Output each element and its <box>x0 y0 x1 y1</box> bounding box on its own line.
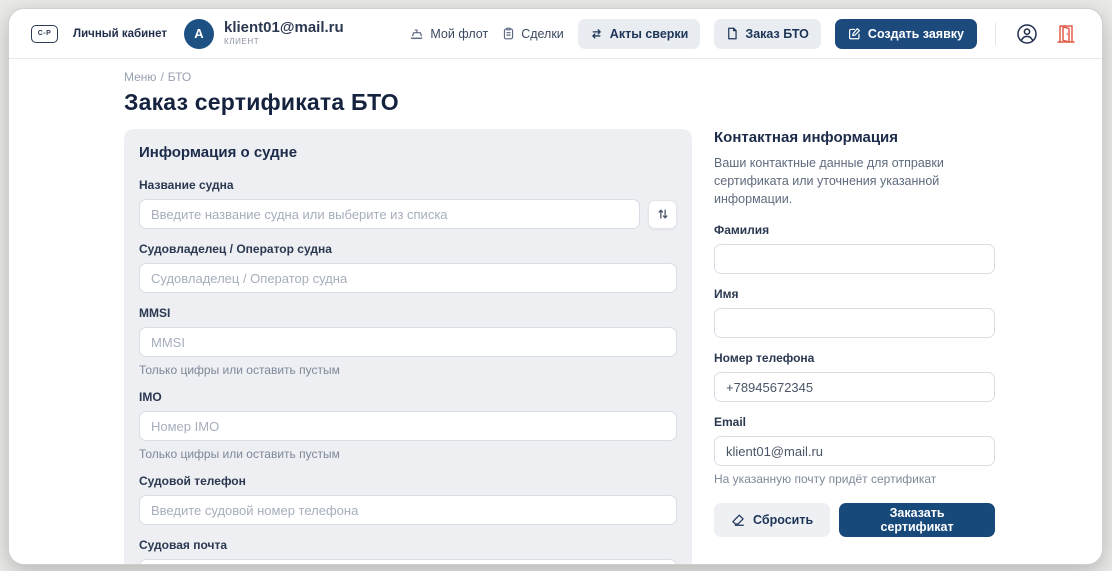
top-navigation: Мой флот Сделки Акты сверки <box>410 19 1078 49</box>
field-contact-phone: Номер телефона <box>714 351 995 402</box>
contact-email-label: Email <box>714 415 995 429</box>
brand-title: Личный кабинет <box>73 28 167 40</box>
nav-label: Мой флот <box>430 27 488 41</box>
avatar-initial: A <box>194 26 203 41</box>
top-bar: С-Р Личный кабинет A klient01@mail.ru кл… <box>9 9 1102 59</box>
logout-door-icon[interactable] <box>1054 21 1078 47</box>
create-request-button[interactable]: Создать заявку <box>835 19 977 49</box>
topbar-divider <box>995 23 996 45</box>
last-name-label: Фамилия <box>714 223 995 237</box>
contact-description: Ваши контактные данные для отправки серт… <box>714 154 995 208</box>
clipboard-icon <box>502 27 515 40</box>
breadcrumb-current: БТО <box>168 70 191 84</box>
owner-label: Судовладелец / Оператор судна <box>139 242 677 256</box>
page-content: Меню / БТО Заказ сертификата БТО Информа… <box>9 59 1102 565</box>
create-request-label: Создать заявку <box>868 27 964 41</box>
mmsi-input[interactable] <box>139 327 677 357</box>
account-icon[interactable] <box>1014 21 1040 47</box>
imo-label: IMO <box>139 390 677 404</box>
nav-label: Сделки <box>521 27 564 41</box>
contact-phone-input[interactable] <box>714 372 995 402</box>
company-logo[interactable]: С-Р <box>31 25 58 43</box>
contact-buttons-row: Сбросить Заказать сертификат <box>714 503 995 537</box>
ship-mail-label: Судовая почта <box>139 538 677 552</box>
logo-text: С-Р <box>38 30 52 37</box>
edit-icon <box>848 27 861 40</box>
field-ship-phone: Судовой телефон <box>139 474 677 525</box>
breadcrumb-menu[interactable]: Меню <box>124 70 156 84</box>
breadcrumb: Меню / БТО <box>124 70 1102 84</box>
ship-phone-label: Судовой телефон <box>139 474 677 488</box>
avatar[interactable]: A <box>184 19 214 49</box>
select-from-list-icon[interactable] <box>648 200 677 229</box>
vessel-info-card: Информация о судне Название судна <box>124 129 692 565</box>
nav-item-my-fleet[interactable]: Мой флот <box>410 27 488 41</box>
contact-title: Контактная информация <box>714 129 995 146</box>
app-window: С-Р Личный кабинет A klient01@mail.ru кл… <box>8 8 1103 565</box>
field-vessel-name: Название судна <box>139 178 677 229</box>
field-ship-mail: Судовая почта <box>139 538 677 565</box>
first-name-input[interactable] <box>714 308 995 338</box>
contact-email-hint: На указанную почту придёт сертификат <box>714 472 995 486</box>
user-email: klient01@mail.ru <box>224 20 344 37</box>
field-contact-email: Email На указанную почту придёт сертифик… <box>714 415 995 486</box>
owner-input[interactable] <box>139 263 677 293</box>
field-owner: Судовладелец / Оператор судна <box>139 242 677 293</box>
breadcrumb-separator: / <box>160 70 163 84</box>
vessel-name-row <box>139 199 677 229</box>
last-name-input[interactable] <box>714 244 995 274</box>
user-block: klient01@mail.ru клиент <box>224 20 344 47</box>
imo-hint: Только цифры или оставить пустым <box>139 447 677 461</box>
pill-label: Заказ БТО <box>745 27 809 41</box>
field-mmsi: MMSI Только цифры или оставить пустым <box>139 306 677 377</box>
vessel-card-title: Информация о судне <box>139 144 677 161</box>
reconciliation-acts-button[interactable]: Акты сверки <box>578 19 701 49</box>
pill-label: Акты сверки <box>610 27 689 41</box>
vessel-name-input[interactable] <box>139 199 640 229</box>
reset-label: Сбросить <box>753 513 813 527</box>
user-role: клиент <box>224 38 344 47</box>
ship-icon <box>410 27 424 41</box>
ship-phone-input[interactable] <box>139 495 677 525</box>
reset-button[interactable]: Сбросить <box>714 503 830 537</box>
mmsi-label: MMSI <box>139 306 677 320</box>
document-icon <box>726 27 738 40</box>
contact-phone-label: Номер телефона <box>714 351 995 365</box>
order-bto-button[interactable]: Заказ БТО <box>714 19 821 49</box>
first-name-label: Имя <box>714 287 995 301</box>
field-imo: IMO Только цифры или оставить пустым <box>139 390 677 461</box>
mmsi-hint: Только цифры или оставить пустым <box>139 363 677 377</box>
field-first-name: Имя <box>714 287 995 338</box>
field-last-name: Фамилия <box>714 223 995 274</box>
order-certificate-button[interactable]: Заказать сертификат <box>839 503 995 537</box>
eraser-icon <box>731 513 745 527</box>
contact-email-input[interactable] <box>714 436 995 466</box>
ship-mail-input[interactable] <box>139 559 677 565</box>
vessel-name-label: Название судна <box>139 178 677 192</box>
nav-item-deals[interactable]: Сделки <box>502 27 564 41</box>
order-certificate-label: Заказать сертификат <box>881 506 954 534</box>
swap-arrows-icon <box>590 27 603 40</box>
imo-input[interactable] <box>139 411 677 441</box>
content-columns: Информация о судне Название судна <box>124 129 1102 565</box>
contact-info-panel: Контактная информация Ваши контактные да… <box>714 129 995 537</box>
page-title: Заказ сертификата БТО <box>124 89 1102 116</box>
